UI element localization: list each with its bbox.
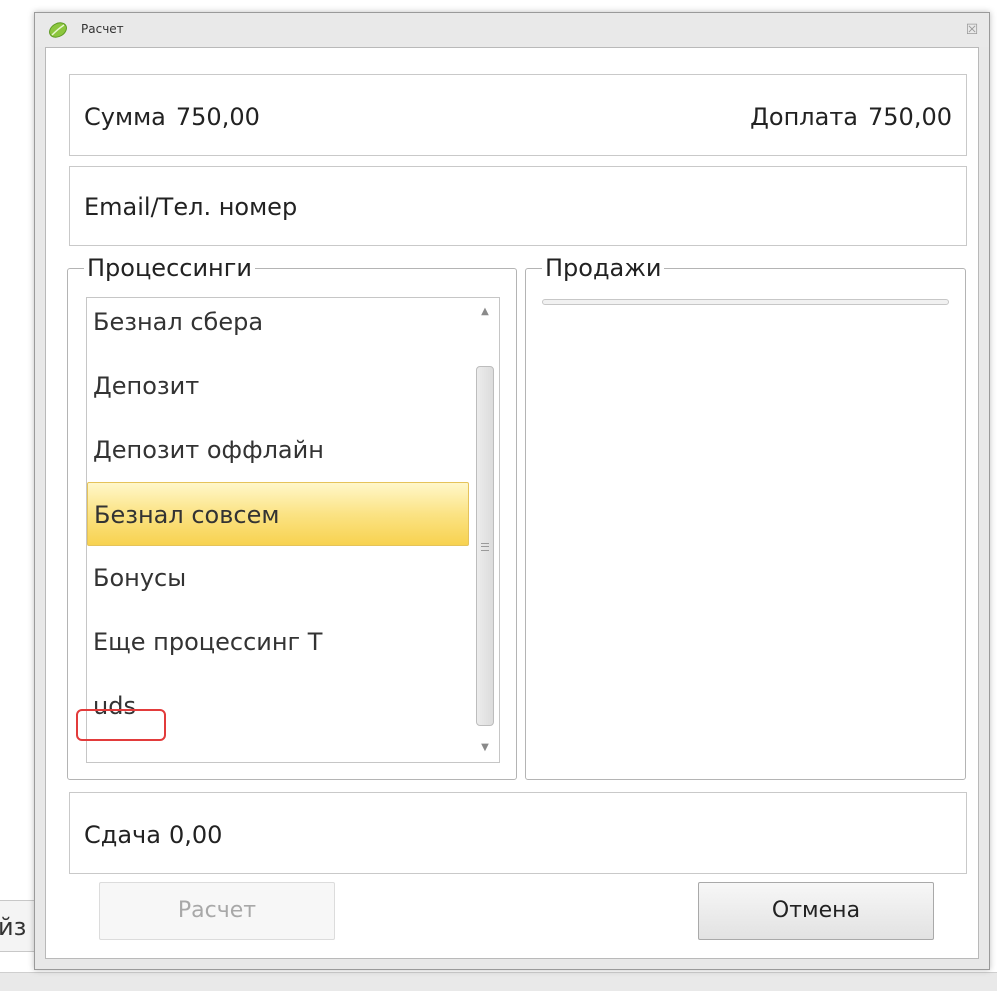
contact-label: Email/Тел. номер bbox=[84, 193, 298, 221]
window-title: Расчет bbox=[81, 22, 124, 36]
summary-panel: Сумма 750,00 Доплата 750,00 bbox=[69, 74, 967, 156]
grip-icon bbox=[481, 543, 489, 551]
surcharge-display: Доплата 750,00 bbox=[750, 103, 952, 131]
list-item-processing[interactable]: Безнал сбера bbox=[87, 298, 469, 354]
title-bar[interactable]: Расчет ☒ bbox=[35, 13, 989, 47]
surcharge-label: Доплата bbox=[750, 103, 859, 131]
scroll-thumb[interactable] bbox=[476, 366, 494, 726]
list-item-processing-selected[interactable]: Безнал совсем bbox=[87, 482, 469, 546]
list-item-label: Депозит оффлайн bbox=[93, 436, 324, 464]
list-item-processing[interactable]: Еще процессинг Т bbox=[87, 610, 469, 674]
sales-legend: Продажи bbox=[542, 254, 665, 282]
sum-value: 750,00 bbox=[175, 103, 260, 131]
list-item-label: Депозит bbox=[93, 372, 200, 400]
list-item-processing[interactable]: Депозит bbox=[87, 354, 469, 418]
list-item-label: Безнал сбера bbox=[93, 308, 264, 336]
change-display: Сдача 0,00 bbox=[84, 821, 222, 849]
calculate-button[interactable]: Расчет bbox=[99, 882, 335, 940]
list-item-label: Бонусы bbox=[93, 564, 187, 592]
change-panel: Сдача 0,00 bbox=[69, 792, 967, 874]
processing-group: Процессинги Безнал сбера Депозит Депозит… bbox=[67, 254, 517, 780]
list-item-processing[interactable]: Бонусы bbox=[87, 546, 469, 610]
list-item-processing[interactable]: Депозит оффлайн bbox=[87, 418, 469, 482]
sum-display: Сумма 750,00 bbox=[84, 103, 260, 131]
highlight-annotation bbox=[76, 709, 166, 741]
processing-scrollbar[interactable]: ▲ ▼ bbox=[471, 298, 499, 762]
close-icon[interactable]: ☒ bbox=[963, 21, 981, 39]
scroll-up-icon[interactable]: ▲ bbox=[471, 298, 499, 326]
background-app-text: йз bbox=[0, 913, 27, 941]
background-app-fragment: йз bbox=[0, 900, 38, 952]
change-label: Сдача bbox=[84, 821, 161, 849]
payment-dialog: Расчет ☒ Сумма 750,00 Доплата 750,00 Email… bbox=[34, 12, 990, 970]
contact-field[interactable]: Email/Тел. номер bbox=[69, 166, 967, 246]
sales-list-header bbox=[542, 299, 949, 305]
leaf-app-icon bbox=[47, 21, 69, 39]
surcharge-value: 750,00 bbox=[868, 103, 952, 131]
cancel-button[interactable]: Отмена bbox=[698, 882, 934, 940]
change-value: 0,00 bbox=[168, 821, 223, 849]
background-app-bar bbox=[0, 972, 997, 991]
processing-legend: Процессинги bbox=[84, 254, 255, 282]
sum-label: Сумма bbox=[84, 103, 166, 131]
sales-group: Продажи bbox=[525, 254, 966, 780]
dialog-content: Сумма 750,00 Доплата 750,00 Email/Тел. ном… bbox=[45, 47, 979, 959]
scroll-down-icon[interactable]: ▼ bbox=[471, 734, 499, 762]
processing-list[interactable]: Безнал сбера Депозит Депозит оффлайн Без… bbox=[86, 297, 500, 763]
list-item-label: Безнал совсем bbox=[94, 501, 280, 529]
list-item-label: Еще процессинг Т bbox=[93, 628, 323, 656]
sales-list[interactable] bbox=[542, 299, 949, 765]
